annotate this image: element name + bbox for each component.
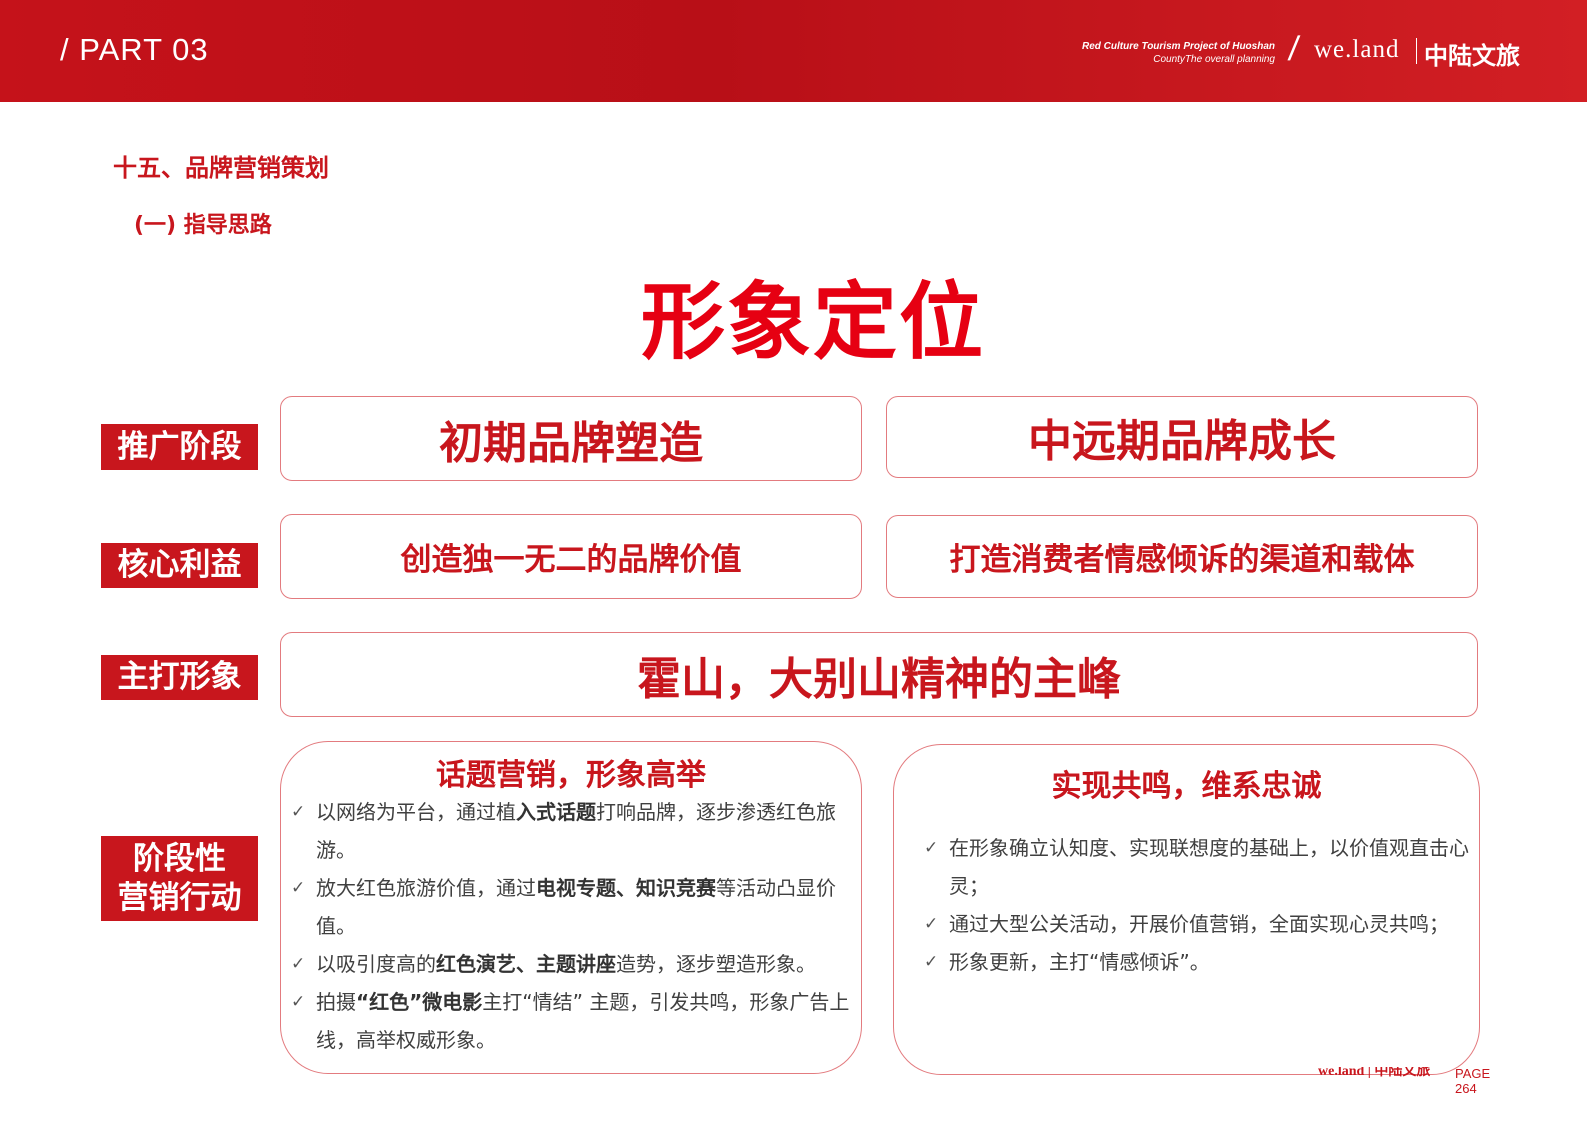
list-item-text: 在形象确立认知度、实现联想度的基础上，以价值观直击心灵； [949,836,1469,898]
check-icon: ✓ [291,992,306,1012]
section-title: 十五、品牌营销策划 [113,154,329,182]
stage-early-text: 初期品牌塑造 [439,417,703,469]
stage-midlong-box: 中远期品牌成长 [886,396,1478,478]
brand-divider [1416,38,1417,64]
project-line-1: Red Culture Tourism Project of Huoshan [1082,41,1275,52]
row-label-main-image: 主打形象 [101,655,258,700]
page-title: 形象定位 [640,273,985,371]
actions-early-list: ✓ 以网络为平台，通过植入式话题打响品牌，逐步渗透红色旅游。 ✓ 放大红色旅游价值，… [291,793,857,1059]
core-benefit-early-box: 创造独一无二的品牌价值 [280,514,862,599]
actions-midlong-title: 实现共鸣，维系忠诚 [1051,769,1322,804]
project-line-2: CountyThe overall planning [1153,54,1275,65]
page-number-value: 264 [1455,1081,1477,1096]
check-icon: ✓ [924,952,939,972]
brand-slash: / [1286,30,1302,68]
footer-logo: we.land | 中陆文旅 [1318,1067,1431,1079]
list-item-emphasis: 入式话题 [516,800,596,824]
check-icon: ✓ [291,802,306,822]
list-item: ✓ 形象更新，主打“情感倾诉”。 [924,943,1474,981]
list-item: ✓ 拍摄“红色”微电影主打“情结” 主题，引发共鸣，形象广告上线，高举权威形象。 [291,983,857,1059]
part-label: / PART 03 [60,32,209,67]
check-icon: ✓ [924,838,939,858]
core-benefit-midlong-box: 打造消费者情感倾诉的渠道和载体 [886,515,1478,598]
check-icon: ✓ [291,954,306,974]
list-item: ✓ 在形象确立认知度、实现联想度的基础上，以价值观直击心灵； [924,829,1474,905]
list-item: ✓ 以网络为平台，通过植入式话题打响品牌，逐步渗透红色旅游。 [291,793,857,869]
list-item-text: 形象更新，主打“情感倾诉”。 [949,950,1210,974]
subsection-title: (一) 指导思路 [134,213,272,238]
list-item-emphasis: 红色演艺、主题讲座 [436,952,616,976]
page-number: PAGE 264 [1455,1066,1490,1096]
actions-early-panel: 话题营销，形象高举 ✓ 以网络为平台，通过植入式话题打响品牌，逐步渗透红色旅游。 … [280,741,862,1074]
list-item-text: 通过大型公关活动，开展价值营销，全面实现心灵共鸣； [949,912,1449,936]
main-image-text: 霍山，大别山精神的主峰 [637,653,1121,705]
brand-logo: we.land [1314,36,1400,63]
row-label-actions-line-1: 阶段性 [133,840,226,877]
actions-midlong-list: ✓ 在形象确立认知度、实现联想度的基础上，以价值观直击心灵； ✓ 通过大型公关活动，… [924,829,1474,981]
core-benefit-early-text: 创造独一无二的品牌价值 [400,542,742,578]
main-image-box: 霍山，大别山精神的主峰 [280,632,1478,717]
actions-early-title: 话题营销，形象高举 [436,758,706,793]
header-bar: / PART 03 Red Culture Tourism Project of… [0,0,1587,102]
list-item-emphasis: “红色”微电影 [356,990,483,1014]
core-benefit-midlong-text: 打造消费者情感倾诉的渠道和载体 [949,542,1415,578]
list-item-text: 以网络为平台，通过植 [316,800,516,824]
row-label-core-benefit: 核心利益 [101,543,258,588]
brand-name-cn: 中陆文旅 [1424,42,1520,70]
row-label-actions-line-2: 营销行动 [117,879,242,916]
list-item-emphasis: 电视专题、知识竞赛 [536,876,716,900]
check-icon: ✓ [291,878,306,898]
list-item-text: 造势，逐步塑造形象。 [616,952,816,976]
project-subtitle: Red Culture Tourism Project of Huoshan C… [1015,40,1275,66]
stage-early-box: 初期品牌塑造 [280,396,862,481]
check-icon: ✓ [924,914,939,934]
list-item-text: 放大红色旅游价值，通过 [316,876,536,900]
list-item: ✓ 通过大型公关活动，开展价值营销，全面实现心灵共鸣； [924,905,1474,943]
list-item-text: 以吸引度高的 [316,952,436,976]
page-label-text: PAGE [1455,1066,1491,1081]
list-item: ✓ 以吸引度高的红色演艺、主题讲座造势，逐步塑造形象。 [291,945,857,983]
stage-midlong-text: 中远期品牌成长 [1028,416,1336,467]
row-label-stage: 推广阶段 [101,424,258,470]
list-item-text: 拍摄 [316,990,356,1014]
list-item: ✓ 放大红色旅游价值，通过电视专题、知识竞赛等活动凸显价值。 [291,869,857,945]
actions-midlong-panel: 实现共鸣，维系忠诚 ✓ 在形象确立认知度、实现联想度的基础上，以价值观直击心灵； … [893,744,1480,1075]
row-label-actions: 阶段性 营销行动 [101,836,258,921]
